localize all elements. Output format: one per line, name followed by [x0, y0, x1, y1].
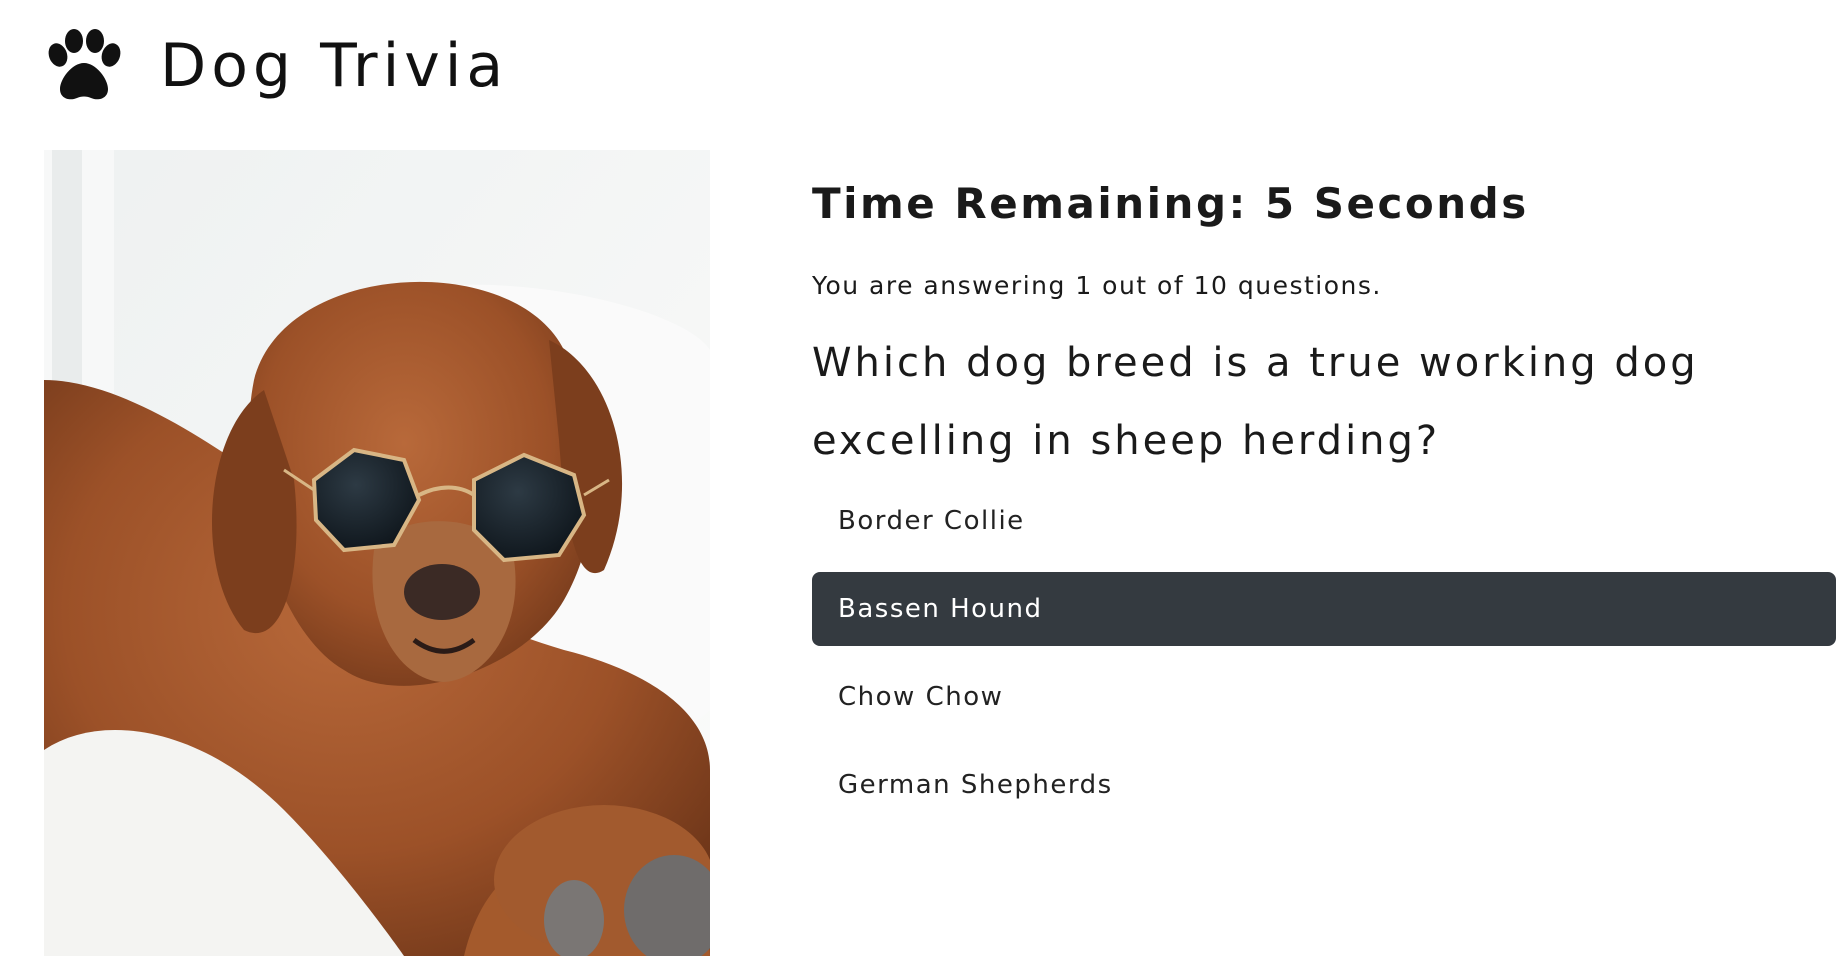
answer-option[interactable]: Chow Chow [812, 660, 1836, 734]
app-header: Dog Trivia [44, 18, 508, 114]
progress-text: You are answering 1 out of 10 questions. [812, 271, 1382, 300]
answer-option[interactable]: German Shepherds [812, 748, 1836, 822]
question-text: Which dog breed is a true working dog ex… [812, 340, 1699, 464]
quiz-panel: Time Remaining: 5 Seconds You are answer… [812, 168, 1836, 838]
answer-option[interactable]: Border Collie [812, 484, 1836, 558]
answer-list: Border Collie Bassen Hound Chow Chow Ger… [812, 484, 1836, 822]
app-title: Dog Trivia [160, 31, 509, 101]
timer-text: Time Remaining: 5 Seconds [812, 179, 1529, 228]
dog-photo [44, 150, 710, 956]
paw-icon [48, 29, 121, 100]
answer-option-selected[interactable]: Bassen Hound [812, 572, 1836, 646]
